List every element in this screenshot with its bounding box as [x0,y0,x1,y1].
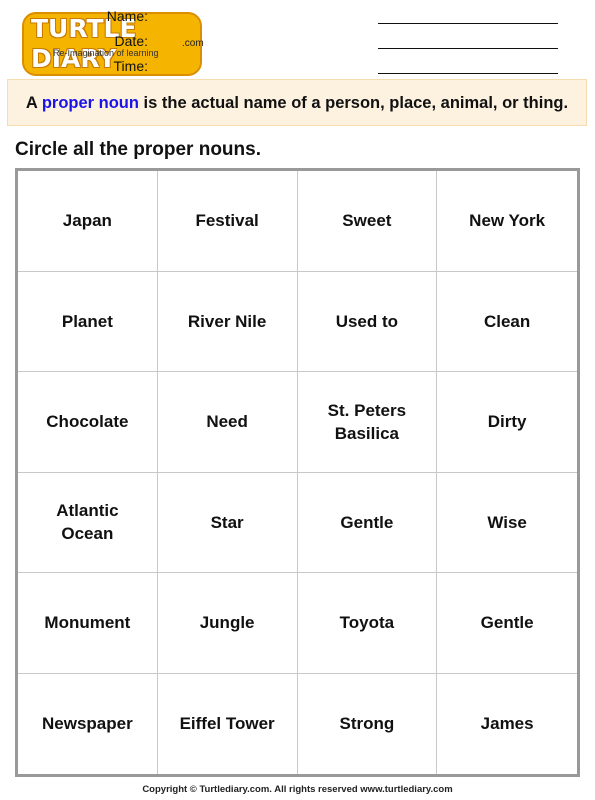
word-label: Dirty [487,412,527,432]
word-cell[interactable]: Japan [18,171,158,272]
word-label: Eiffel Tower [179,714,275,734]
date-label: Date: [114,33,148,49]
time-line[interactable] [378,73,558,74]
instruction-heading: Circle all the proper nouns. [15,139,261,160]
word-cell[interactable]: James [437,674,577,775]
word-cell[interactable]: New York [437,171,577,272]
word-cell[interactable]: Atlantic Ocean [18,472,158,573]
word-label: Newspaper [42,714,133,734]
word-label: Festival [195,211,259,231]
word-label: New York [469,211,546,231]
word-label: Monument [44,613,131,633]
word-cell[interactable]: Jungle [157,573,298,674]
word-label: Chocolate [46,412,129,432]
word-cell[interactable]: Need [157,372,298,473]
word-label: James [480,714,534,734]
word-label: Toyota [339,613,395,633]
word-label: Star [210,512,244,532]
word-label: Gentle [480,613,534,633]
word-label: Wise [487,512,527,532]
word-label: Need [206,412,248,432]
word-cell[interactable]: Eiffel Tower [158,673,298,774]
definition-suffix: is the actual name of a person, place, a… [138,94,569,112]
word-cell[interactable]: Star [157,472,298,573]
word-cell[interactable]: Toyota [297,573,438,674]
name-line[interactable] [378,23,558,24]
word-cell[interactable]: Newspaper [18,673,158,774]
time-label: Time: [113,58,148,74]
word-label: Gentle [340,512,394,532]
date-line[interactable] [378,48,558,49]
word-cell[interactable]: River Nile [157,271,298,372]
definition-term: proper noun [41,94,139,112]
definition-box: A proper noun is the actual name of a pe… [7,79,587,126]
logo-tagline: Re-Imagination of learning [53,48,159,58]
word-cell[interactable]: Gentle [297,472,438,573]
word-label: Atlantic Ocean [56,501,119,544]
word-label: Sweet [342,211,392,231]
definition-prefix: A [25,94,42,112]
word-cell[interactable]: Gentle [437,573,577,674]
word-label: Jungle [199,613,255,633]
copyright-footer: Copyright © Turtlediary.com. All rights … [142,784,453,795]
word-cell[interactable]: Sweet [297,171,438,272]
word-cell[interactable]: Strong [298,673,438,774]
word-cell[interactable]: Chocolate [18,372,158,473]
word-label: Planet [61,311,113,331]
word-cell[interactable]: Festival [157,171,298,272]
word-grid: Japan Festival Sweet New York Planet River Ni… [15,168,580,777]
word-cell[interactable]: Planet [18,271,158,372]
word-cell[interactable]: Used to [297,271,438,372]
word-cell[interactable]: Wise [437,473,577,573]
word-cell[interactable]: Clean [437,272,577,372]
word-cell[interactable]: Monument [18,573,158,674]
word-label: Strong [339,714,395,734]
word-label: St. Peters Basilica [327,400,407,443]
word-cell[interactable]: Dirty [437,372,577,473]
word-label: Clean [483,311,531,331]
word-label: Japan [62,211,112,231]
word-label: River Nile [187,311,267,331]
word-cell[interactable]: St. Peters Basilica [297,372,438,473]
name-label: Name: [106,8,148,24]
logo-domain-suffix: .com [182,38,204,49]
word-label: Used to [335,311,399,331]
